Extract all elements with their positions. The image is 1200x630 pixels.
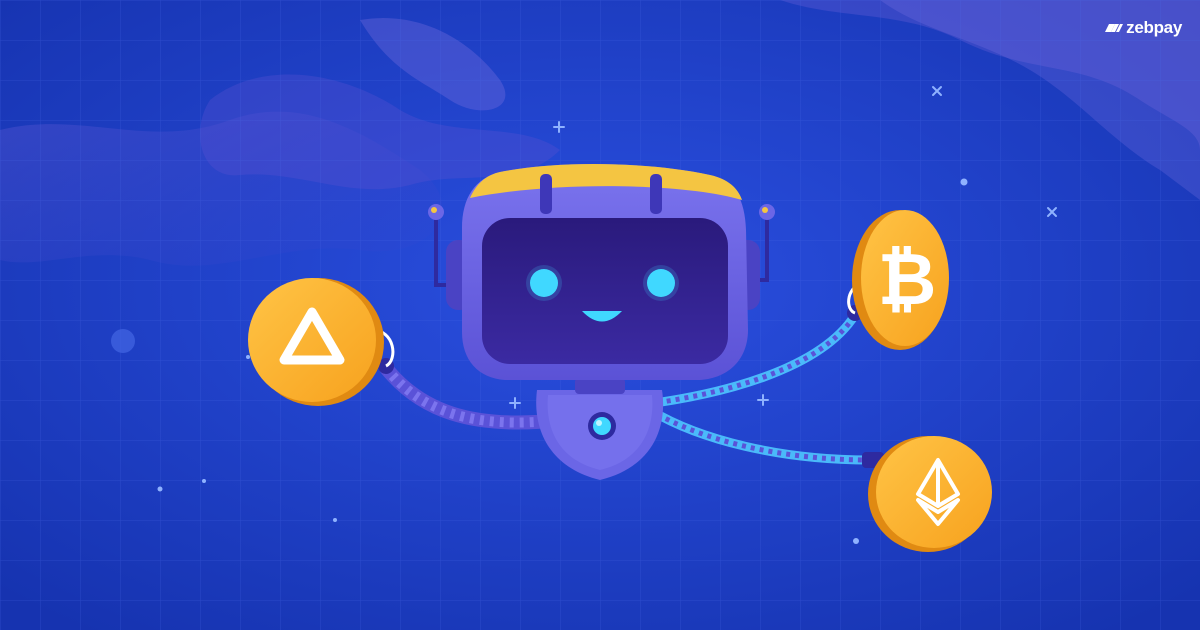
hero-banner: ₿ zebpay [0,0,1200,630]
brand-name: zebpay [1126,18,1182,37]
zebpay-stripes-logo-icon [1103,20,1124,36]
background-illustration: ₿ [0,0,1200,630]
robot-screen [482,218,728,364]
bitcoin-icon: ₿ [878,237,937,321]
zebpay-logo[interactable]: zebpay [1103,16,1182,40]
